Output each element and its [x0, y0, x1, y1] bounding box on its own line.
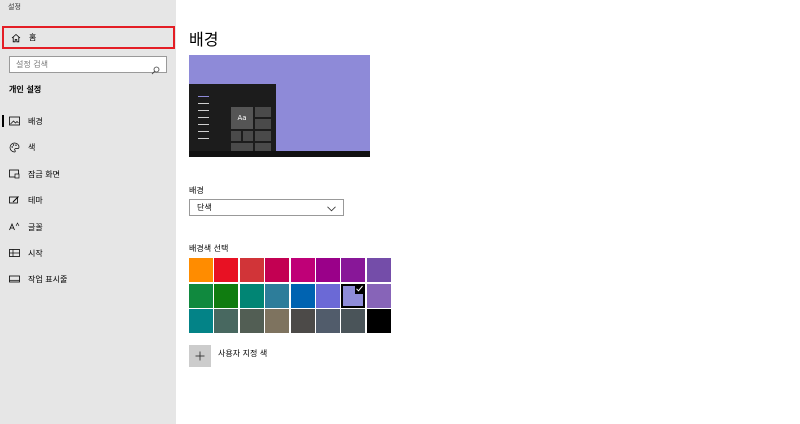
- color-swatch[interactable]: [239, 309, 264, 333]
- search-icon[interactable]: [151, 60, 160, 75]
- color-swatch[interactable]: [341, 258, 366, 282]
- color-swatch[interactable]: [214, 309, 239, 333]
- sidebar-item-label: 배경: [28, 116, 43, 126]
- checkmark-icon: [356, 285, 364, 292]
- color-swatch[interactable]: [315, 309, 340, 333]
- start-icon: [9, 248, 20, 259]
- plus-icon: [189, 345, 211, 367]
- background-preview: Aa: [189, 55, 370, 157]
- custom-color-button[interactable]: 사용자 지정 색: [189, 345, 267, 367]
- search-input[interactable]: [16, 60, 146, 69]
- picture-icon: [9, 116, 20, 127]
- palette-icon: [9, 142, 20, 153]
- section-title: 개인 설정: [9, 85, 42, 94]
- custom-color-label: 사용자 지정 색: [218, 349, 268, 358]
- preview-window: Aa: [189, 84, 276, 151]
- color-swatch[interactable]: [189, 283, 213, 308]
- search-box[interactable]: [9, 56, 167, 75]
- font-icon: [9, 222, 20, 233]
- color-swatch[interactable]: [290, 283, 315, 308]
- sidebar-item-color[interactable]: 색: [0, 136, 176, 158]
- app-title: 설정: [8, 3, 21, 11]
- color-swatch[interactable]: [265, 283, 290, 308]
- lock-screen-icon: [9, 169, 20, 180]
- sidebar-item-background[interactable]: 배경: [0, 110, 176, 132]
- sidebar-item-fonts[interactable]: 글꼴: [0, 216, 176, 238]
- taskbar-icon: [9, 274, 20, 285]
- background-type-value: 단색: [197, 203, 212, 212]
- color-swatch[interactable]: [189, 309, 213, 333]
- color-swatch[interactable]: [366, 258, 391, 282]
- preview-tiles: Aa: [231, 101, 272, 151]
- color-swatch[interactable]: [290, 258, 315, 282]
- color-swatch[interactable]: [290, 309, 315, 333]
- color-swatch[interactable]: [341, 309, 366, 333]
- sidebar-item-start[interactable]: 시작: [0, 242, 176, 264]
- preview-taskbar: [189, 151, 370, 157]
- preview-menu-lines: [198, 96, 209, 145]
- sidebar: 설정 홈 개인 설정 배경 색 잠금 화면 테마: [0, 0, 176, 424]
- sidebar-item-lock-screen[interactable]: 잠금 화면: [0, 163, 176, 185]
- color-swatch[interactable]: [189, 258, 213, 282]
- color-swatch[interactable]: [239, 283, 264, 308]
- color-choice-label: 배경색 선택: [189, 244, 229, 253]
- color-swatch[interactable]: [265, 309, 290, 333]
- home-icon: [11, 33, 21, 43]
- background-type-dropdown[interactable]: 단색: [189, 199, 344, 216]
- sidebar-item-theme[interactable]: 테마: [0, 189, 176, 211]
- color-swatch[interactable]: [214, 283, 239, 308]
- preview-sample-tile: Aa: [231, 107, 253, 129]
- home-nav-item[interactable]: 홈: [2, 26, 175, 49]
- color-swatch[interactable]: [265, 258, 290, 282]
- sidebar-item-label: 테마: [28, 195, 43, 205]
- color-swatch[interactable]: [214, 258, 239, 282]
- sidebar-item-label: 잠금 화면: [28, 169, 60, 179]
- chevron-down-icon: [327, 205, 336, 211]
- color-swatch[interactable]: [366, 309, 391, 333]
- sidebar-item-label: 색: [28, 142, 36, 152]
- color-swatch-grid: [189, 258, 393, 336]
- color-swatch[interactable]: [315, 283, 340, 308]
- color-swatch[interactable]: [315, 258, 340, 282]
- background-label: 배경: [189, 186, 204, 195]
- sidebar-item-label: 글꼴: [28, 222, 43, 232]
- color-swatch[interactable]: [239, 258, 264, 282]
- color-swatch[interactable]: [366, 283, 391, 308]
- color-swatch[interactable]: [341, 283, 366, 308]
- theme-icon: [9, 195, 20, 206]
- sidebar-item-label: 작업 표시줄: [28, 274, 68, 284]
- page-title: 배경: [189, 30, 219, 49]
- home-label: 홈: [29, 33, 37, 42]
- sidebar-item-label: 시작: [28, 248, 43, 258]
- sidebar-item-taskbar[interactable]: 작업 표시줄: [0, 268, 176, 290]
